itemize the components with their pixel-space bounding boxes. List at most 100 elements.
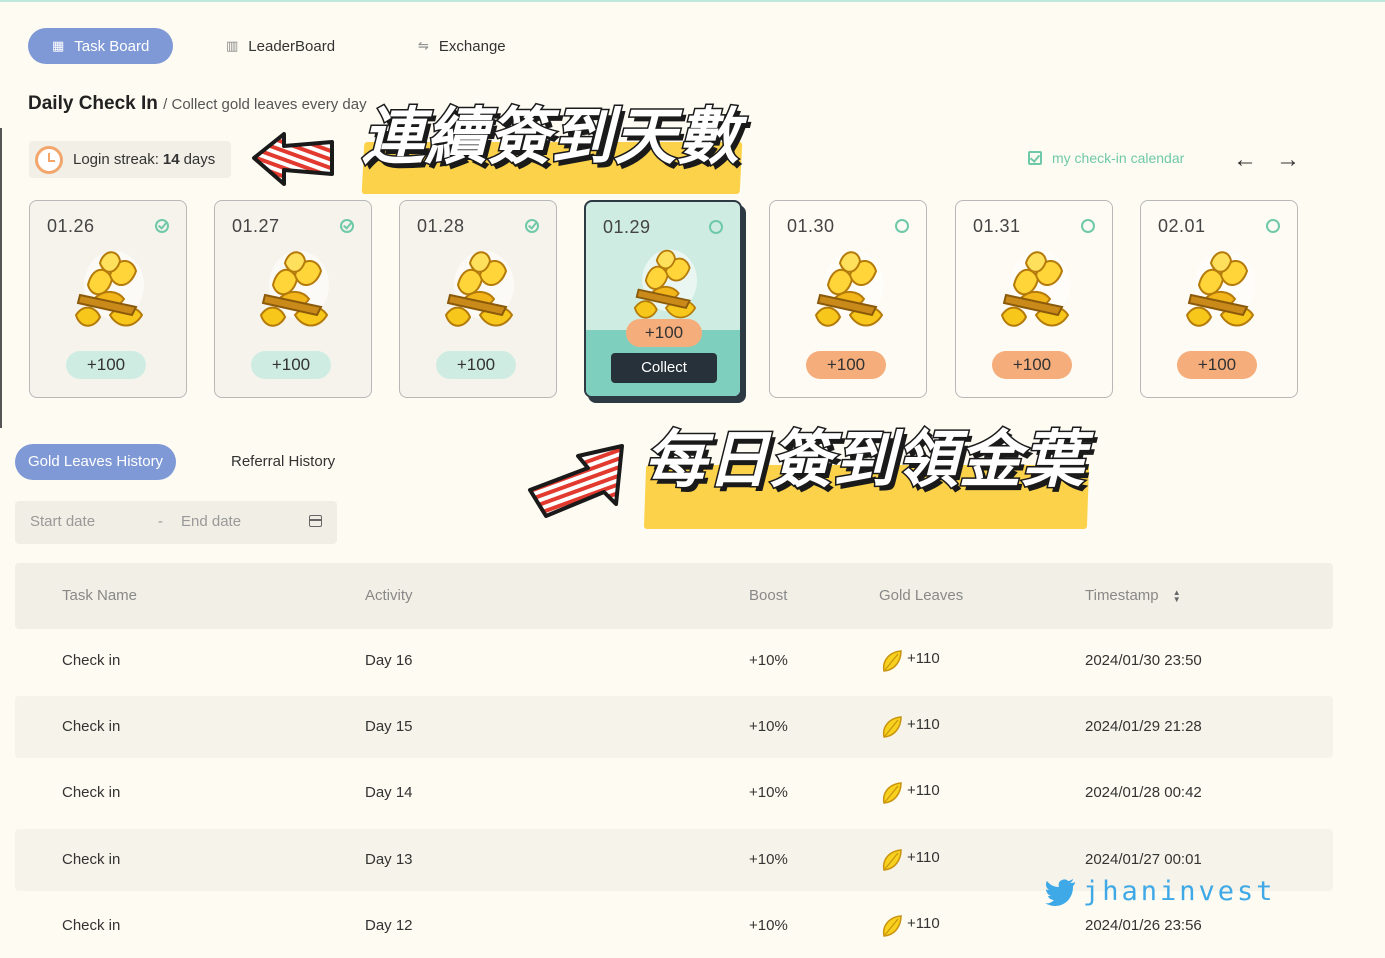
calendar-icon[interactable]	[309, 515, 322, 527]
card-date: 01.31	[973, 216, 1021, 236]
tab-gold-leaves-history[interactable]: Gold Leaves History	[15, 444, 177, 480]
gold-leaf-icon	[882, 849, 902, 871]
cell-activity: Day 13	[365, 851, 413, 868]
title-text: Daily Check In	[28, 93, 158, 114]
cell-task: Check in	[62, 917, 121, 934]
checkin-day-card: 01.27 +100	[214, 200, 372, 398]
gold-leaves-icon	[259, 251, 329, 327]
calendar-check-icon	[1028, 151, 1042, 165]
cell-boost: +10%	[749, 917, 788, 934]
left-border	[0, 128, 2, 428]
sort-icon[interactable]: ▲ ▼	[1173, 589, 1181, 604]
streak-unit: days	[183, 151, 216, 168]
card-date: 01.26	[47, 216, 95, 236]
gold-leaves-icon	[444, 251, 514, 327]
streak-value: 14	[162, 151, 180, 168]
start-date-input[interactable]: Start date	[30, 513, 95, 530]
checkin-day-card: 01.30 +100	[769, 200, 927, 398]
table-header: Task Name Activity Boost Gold Leaves Tim…	[15, 563, 1333, 629]
gold-leaf-icon	[882, 716, 902, 738]
arrow-up-right-annotation-icon	[528, 444, 624, 518]
my-checkin-calendar-link[interactable]: my check-in calendar	[1028, 150, 1184, 166]
card-date: 01.27	[232, 216, 280, 236]
card-date: 01.29	[603, 217, 651, 237]
empty-circle-icon	[709, 220, 723, 234]
watermark-text: jhaninvest	[1083, 876, 1276, 907]
top-border	[0, 0, 1385, 2]
top-nav: ▦ Task Board ▥ LeaderBoard ⇋ Exchange	[28, 28, 506, 64]
tab-label: Exchange	[438, 37, 506, 55]
date-range-picker[interactable]: Start date - End date	[15, 501, 337, 544]
prev-week-button[interactable]: ←	[1233, 146, 1257, 174]
reward-pill: +100	[1177, 351, 1257, 379]
tab-referral-history[interactable]: Referral History	[231, 453, 335, 470]
collect-button[interactable]: Collect	[611, 353, 717, 383]
bar-chart-icon: ▥	[226, 38, 239, 53]
range-separator: -	[158, 513, 163, 530]
checkin-day-card: 01.28 +100	[399, 200, 557, 398]
gold-leaves-icon	[633, 249, 697, 319]
cell-gold-leaves: +110	[907, 716, 940, 733]
gold-leaves-icon	[1000, 251, 1070, 327]
cell-boost: +10%	[749, 718, 788, 735]
empty-circle-icon	[1266, 219, 1280, 233]
grid-icon: ▦	[52, 38, 65, 53]
caption-daily-gold-leaves: 每日簽到領金葉	[642, 422, 1086, 498]
tab-label: LeaderBoard	[248, 37, 336, 55]
twitter-bird-icon	[1045, 878, 1075, 906]
cell-task: Check in	[62, 851, 121, 868]
table-row: Check in Day 15 +10% +110 2024/01/29 21:28	[15, 696, 1333, 758]
caption-streak-days: 連續簽到天數	[360, 99, 741, 175]
tab-label: Task Board	[74, 37, 150, 55]
clock-icon	[35, 145, 63, 174]
empty-circle-icon	[895, 219, 909, 233]
card-date: 01.28	[417, 216, 465, 236]
end-date-input[interactable]: End date	[181, 513, 241, 530]
cell-activity: Day 12	[365, 917, 413, 934]
checkin-day-card: 01.26 +100	[29, 200, 187, 398]
tab-leaderboard[interactable]: ▥ LeaderBoard	[226, 28, 335, 64]
cell-timestamp: 2024/01/28 00:42	[1085, 784, 1202, 801]
empty-circle-icon	[1081, 219, 1095, 233]
cell-timestamp: 2024/01/29 21:28	[1085, 718, 1202, 735]
arrow-left-annotation-icon	[252, 132, 334, 186]
tab-exchange[interactable]: ⇋ Exchange	[418, 28, 506, 64]
check-circle-icon	[525, 219, 539, 233]
check-circle-icon	[155, 219, 169, 233]
gold-leaves-icon	[74, 251, 144, 327]
cell-timestamp: 2024/01/26 23:56	[1085, 917, 1202, 934]
calendar-link-label: my check-in calendar	[1052, 150, 1185, 166]
cell-gold-leaves: +110	[907, 650, 940, 667]
cell-activity: Day 15	[365, 718, 413, 735]
gold-leaf-icon	[882, 915, 902, 937]
streak-label: Login streak:	[73, 151, 159, 168]
cell-activity: Day 14	[365, 784, 413, 801]
watermark: jhaninvest	[1045, 876, 1276, 907]
cell-task: Check in	[62, 784, 121, 801]
checkin-day-card[interactable]: 01.29 +100 Collect	[584, 200, 742, 398]
reward-pill: +100	[251, 351, 331, 379]
cell-boost: +10%	[749, 851, 788, 868]
col-task-name: Task Name	[62, 587, 138, 604]
tab-task-board[interactable]: ▦ Task Board	[28, 28, 174, 64]
reward-pill: +100	[992, 351, 1072, 379]
cell-gold-leaves: +110	[907, 849, 940, 866]
title-subtitle: / Collect gold leaves every day	[163, 96, 367, 113]
reward-pill: +100	[66, 351, 146, 379]
col-timestamp[interactable]: Timestamp ▲ ▼	[1085, 587, 1181, 604]
table-row: Check in Day 16 +10% +110 2024/01/30 23:50	[15, 630, 1333, 692]
cell-boost: +10%	[749, 784, 788, 801]
reward-pill: +100	[626, 319, 702, 347]
reward-pill: +100	[806, 351, 886, 379]
checkin-day-card: 01.31 +100	[955, 200, 1113, 398]
cell-task: Check in	[62, 718, 121, 735]
col-activity: Activity	[365, 587, 413, 604]
card-date: 02.01	[1158, 216, 1206, 236]
cell-activity: Day 16	[365, 652, 413, 669]
cell-timestamp: 2024/01/27 00:01	[1085, 851, 1202, 868]
check-circle-icon	[340, 219, 354, 233]
reward-pill: +100	[436, 351, 516, 379]
next-week-button[interactable]: →	[1276, 146, 1300, 174]
page-title: Daily Check In / Collect gold leaves eve…	[28, 93, 367, 115]
cell-gold-leaves: +110	[907, 782, 940, 799]
